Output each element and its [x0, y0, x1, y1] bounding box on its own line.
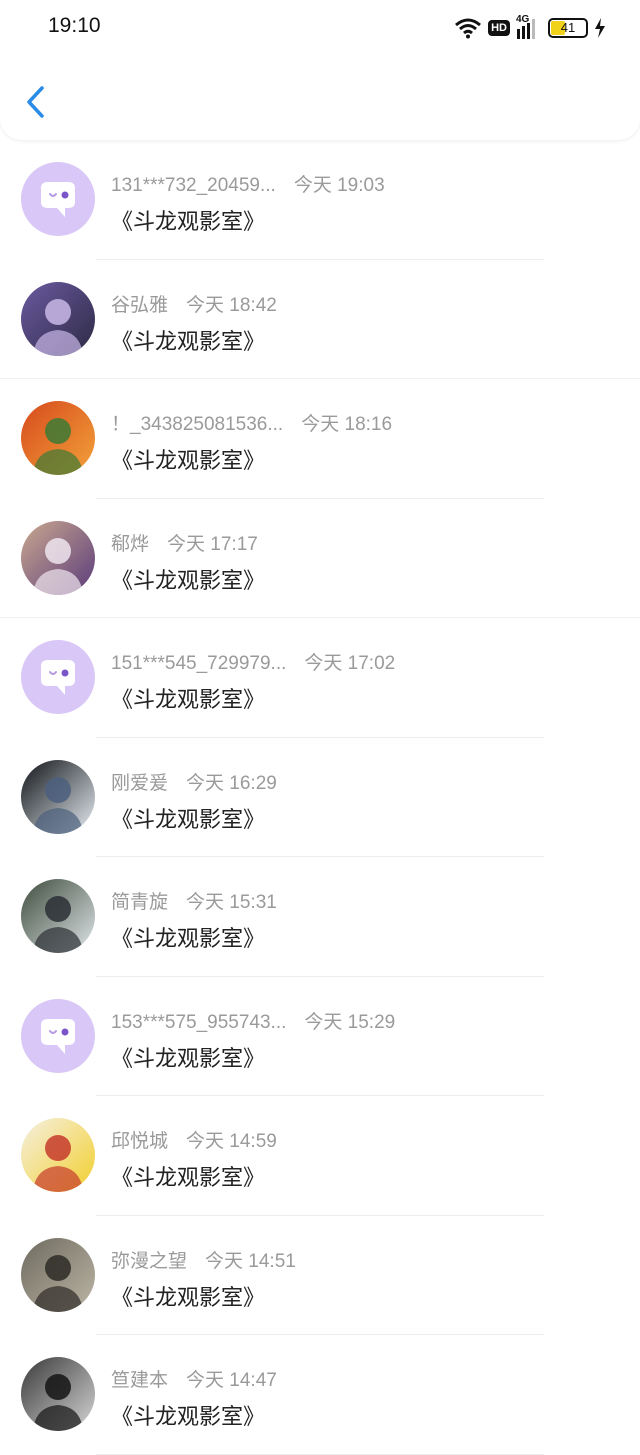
charging-icon — [595, 18, 605, 38]
avatar[interactable] — [21, 520, 95, 595]
message-text: 《斗龙观影室》 — [111, 807, 266, 833]
message-text: 《斗龙观影室》 — [111, 329, 266, 355]
list-item[interactable]: 谷弘雅 今天 18:42 《斗龙观影室》 — [0, 260, 640, 379]
timestamp: 今天 18:16 — [301, 414, 393, 435]
sender-name: 弥漫之望 — [111, 1250, 188, 1272]
profile-photo-icon — [21, 879, 95, 953]
profile-photo-icon — [21, 401, 95, 475]
avatar[interactable] — [21, 1237, 95, 1312]
chat-bubble-icon — [21, 998, 95, 1073]
item-meta: 笪建本 今天 14:47 — [111, 1365, 277, 1391]
list-item[interactable]: 笪建本 今天 14:47 《斗龙观影室》 — [0, 1335, 640, 1455]
sender-name: 邱悦城 — [111, 1131, 169, 1152]
battery-level-text: 41 — [560, 20, 576, 35]
sender-name: 郗烨 — [111, 533, 150, 555]
message-text: 《斗龙观影室》 — [111, 1405, 266, 1430]
list-item[interactable]: 简青旋 今天 15:31 《斗龙观影室》 — [0, 857, 640, 977]
list-item[interactable]: 153***575_955743... 今天 15:29 《斗龙观影室》 — [0, 977, 640, 1096]
sender-name: 谷弘雅 — [111, 294, 169, 316]
message-text: 《斗龙观影室》 — [111, 688, 266, 713]
timestamp: 今天 14:59 — [186, 1131, 277, 1152]
avatar[interactable] — [21, 281, 95, 356]
divider — [96, 1453, 544, 1455]
item-meta: 谷弘雅 今天 18:42 — [111, 290, 277, 316]
timestamp: 今天 18:42 — [186, 294, 277, 316]
status-bar: 19:10 HD 4G 41 — [0, 0, 640, 56]
avatar[interactable] — [21, 162, 95, 236]
back-button[interactable] — [20, 82, 54, 122]
sender-name: 151***545_729979... — [111, 653, 287, 674]
item-meta: 131***732_20459... 今天 19:03 — [111, 170, 385, 196]
timestamp: 今天 15:29 — [304, 1011, 396, 1033]
message-text: 《斗龙观影室》 — [111, 568, 266, 594]
item-meta: 简青旋 今天 15:31 — [111, 887, 277, 913]
list-item[interactable]: 弥漫之望 今天 14:51 《斗龙观影室》 — [0, 1216, 640, 1335]
sender-name: 153***575_955743... — [111, 1011, 287, 1033]
message-text: 《斗龙观影室》 — [111, 927, 266, 952]
profile-photo-icon — [21, 520, 95, 595]
list-item[interactable]: ！_343825081536... 今天 18:16 《斗龙观影室》 — [0, 379, 640, 499]
profile-photo-icon — [21, 759, 95, 834]
avatar[interactable] — [21, 1118, 95, 1192]
avatar[interactable] — [21, 640, 95, 714]
timestamp: 今天 16:29 — [186, 772, 277, 794]
item-meta: 弥漫之望 今天 14:51 — [111, 1246, 296, 1272]
list-item[interactable]: 邱悦城 今天 14:59 《斗龙观影室》 — [0, 1096, 640, 1216]
status-time: 19:10 — [48, 14, 101, 37]
wifi-icon — [455, 18, 482, 39]
status-icons: HD 4G 41 — [454, 14, 606, 40]
timestamp: 今天 19:03 — [293, 175, 385, 196]
chat-bubble-icon — [21, 640, 95, 714]
profile-photo-icon — [21, 1118, 95, 1192]
battery-icon: 41 — [548, 18, 588, 38]
avatar[interactable] — [21, 1357, 95, 1431]
item-meta: 刚爱爰 今天 16:29 — [111, 768, 277, 794]
chevron-left-icon — [27, 86, 44, 118]
item-meta: ！_343825081536... 今天 18:16 — [111, 409, 393, 435]
sender-name: 笪建本 — [111, 1370, 169, 1391]
timestamp: 今天 14:47 — [186, 1370, 277, 1391]
message-text: 《斗龙观影室》 — [111, 1046, 266, 1072]
sender-name: 131***732_20459... — [111, 175, 276, 196]
item-meta: 邱悦城 今天 14:59 — [111, 1126, 277, 1152]
message-text: 《斗龙观影室》 — [111, 449, 266, 474]
message-text: 《斗龙观影室》 — [111, 1166, 266, 1191]
signal-icon: 4G — [516, 14, 542, 39]
timestamp: 今天 17:17 — [167, 533, 258, 555]
list-item[interactable]: 刚爱爰 今天 16:29 《斗龙观影室》 — [0, 738, 640, 857]
timestamp: 今天 15:31 — [186, 892, 277, 913]
timestamp: 今天 14:51 — [205, 1250, 296, 1272]
item-meta: 153***575_955743... 今天 15:29 — [111, 1007, 396, 1033]
avatar[interactable] — [21, 401, 95, 475]
item-meta: 郗烨 今天 17:17 — [111, 529, 258, 555]
message-text: 《斗龙观影室》 — [111, 1285, 266, 1311]
list-item[interactable]: 郗烨 今天 17:17 《斗龙观影室》 — [0, 499, 640, 618]
profile-photo-icon — [21, 1357, 95, 1431]
list-item[interactable]: 151***545_729979... 今天 17:02 《斗龙观影室》 — [0, 618, 640, 738]
message-text: 《斗龙观影室》 — [111, 210, 266, 235]
profile-photo-icon — [21, 281, 95, 356]
list-item[interactable]: 131***732_20459... 今天 19:03 《斗龙观影室》 — [0, 140, 640, 260]
avatar[interactable] — [21, 759, 95, 834]
chat-bubble-icon — [21, 162, 95, 236]
avatar[interactable] — [21, 879, 95, 953]
sender-name: ！_343825081536... — [111, 414, 284, 435]
hd-icon: HD — [488, 20, 510, 36]
item-meta: 151***545_729979... 今天 17:02 — [111, 648, 396, 674]
timestamp: 今天 17:02 — [304, 653, 396, 674]
avatar[interactable] — [21, 998, 95, 1073]
message-list: 131***732_20459... 今天 19:03 《斗龙观影室》 谷弘雅 今天… — [0, 140, 640, 1455]
top-bar: 19:10 HD 4G 41 — [0, 0, 640, 140]
sender-name: 简青旋 — [111, 892, 169, 913]
sender-name: 刚爱爰 — [111, 772, 169, 794]
profile-photo-icon — [21, 1237, 95, 1312]
